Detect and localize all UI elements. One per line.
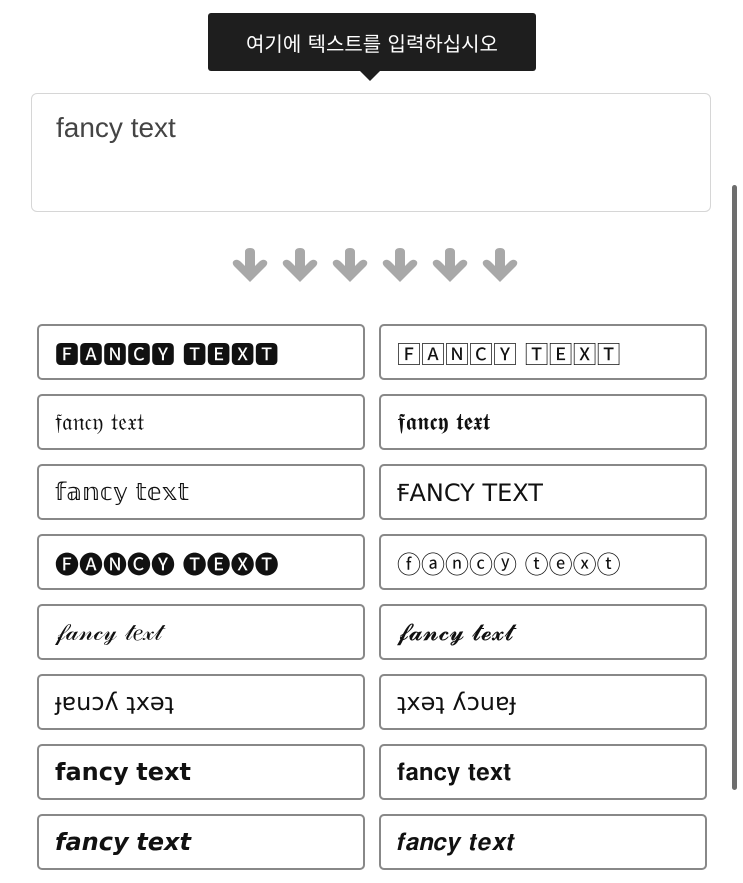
fancy-text-option[interactable]: 𝙛𝙖𝙣𝙘𝙮 𝙩𝙚𝙭𝙩 bbox=[37, 814, 365, 870]
fancy-text-option[interactable]: 🅵🅰🅽🅲🆈 🆃🅴🆇🆃 bbox=[37, 324, 365, 380]
arrow-down-icon bbox=[280, 246, 320, 286]
arrows-row bbox=[230, 246, 520, 286]
fancy-text-results: 🅵🅰🅽🅲🆈 🆃🅴🆇🆃 🄵🄰🄽🄲🅈 🅃🄴🅇🅃 𝔣𝔞𝔫𝔠𝔶 𝔱𝔢𝔵𝔱 𝖋𝖆𝖓𝖈𝖞 𝖙𝖊𝖝𝖙… bbox=[37, 324, 707, 870]
fancy-text-option[interactable]: ʇxǝʇ ʎɔuɐɟ bbox=[379, 674, 707, 730]
fancy-text-option[interactable]: 𝒻𝒶𝓃𝒸𝓎 𝓉𝑒𝓍𝓉 bbox=[37, 604, 365, 660]
arrow-down-icon bbox=[330, 246, 370, 286]
fancy-text-option[interactable]: 𝓯𝓪𝓷𝓬𝔂 𝓽𝓮𝔁𝓽 bbox=[379, 604, 707, 660]
fancy-text-option[interactable]: ⓕⓐⓝⓒⓨ ⓣⓔⓧⓣ bbox=[379, 534, 707, 590]
fancy-text-option[interactable]: ꞘANCY TEXT bbox=[379, 464, 707, 520]
fancy-text-option[interactable]: 🄵🄰🄽🄲🅈 🅃🄴🅇🅃 bbox=[379, 324, 707, 380]
scrollbar[interactable] bbox=[732, 185, 737, 790]
arrow-down-icon bbox=[380, 246, 420, 286]
fancy-text-option[interactable]: 𝒇𝒂𝒏𝒄𝒚 𝒕𝒆𝒙𝒕 bbox=[379, 814, 707, 870]
fancy-text-option[interactable]: 🅕🅐🅝🅒🅨 🅣🅔🅧🅣 bbox=[37, 534, 365, 590]
fancy-text-option[interactable]: 𝐟𝐚𝐧𝐜𝐲 𝐭𝐞𝐱𝐭 bbox=[379, 744, 707, 800]
text-input[interactable]: fancy text bbox=[31, 93, 711, 212]
arrow-down-icon bbox=[480, 246, 520, 286]
fancy-text-option[interactable]: 𝖋𝖆𝖓𝖈𝖞 𝖙𝖊𝖝𝖙 bbox=[379, 394, 707, 450]
tooltip: 여기에 텍스트를 입력하십시오 bbox=[208, 13, 536, 81]
arrow-down-icon bbox=[430, 246, 470, 286]
fancy-text-option[interactable]: 𝗳𝗮𝗻𝗰𝘆 𝘁𝗲𝘅𝘁 bbox=[37, 744, 365, 800]
fancy-text-option[interactable]: 𝕗𝕒𝕟𝕔𝕪 𝕥𝕖𝕩𝕥 bbox=[37, 464, 365, 520]
fancy-text-option[interactable]: ɟɐuɔʎ ʇxǝʇ bbox=[37, 674, 365, 730]
arrow-down-icon bbox=[230, 246, 270, 286]
fancy-text-option[interactable]: 𝔣𝔞𝔫𝔠𝔶 𝔱𝔢𝔵𝔱 bbox=[37, 394, 365, 450]
